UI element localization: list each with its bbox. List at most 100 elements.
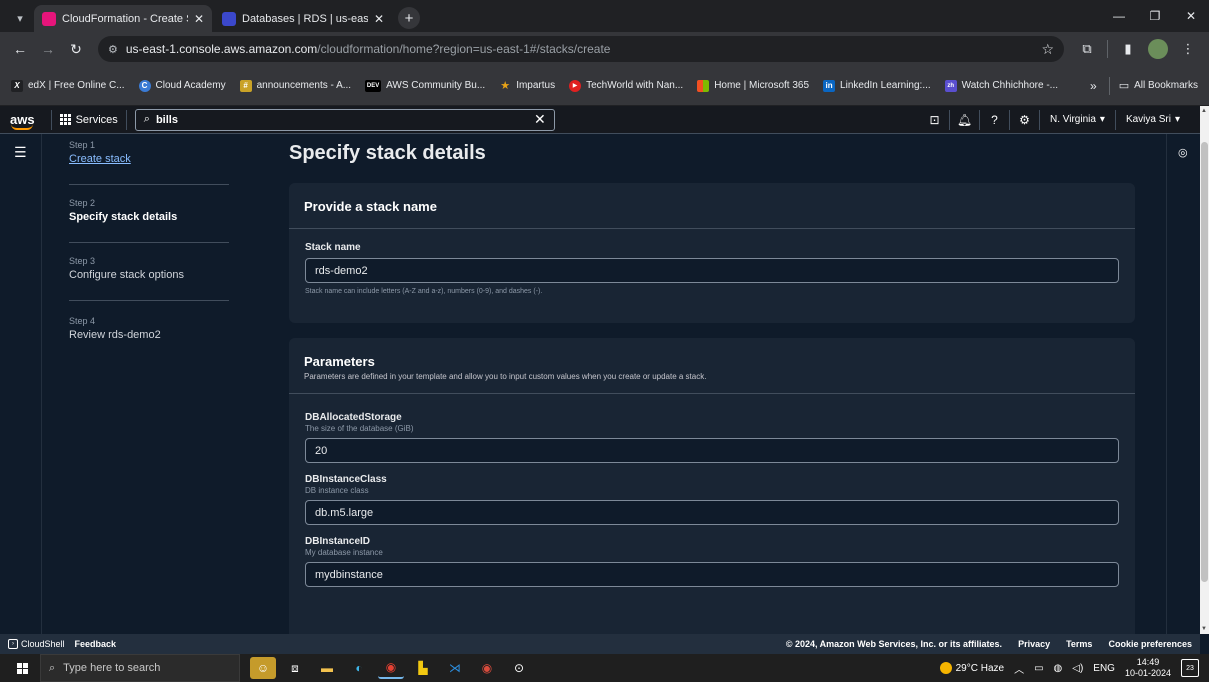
- info-panel-icon[interactable]: ◎: [1178, 146, 1188, 159]
- task-view-icon[interactable]: ⧈: [282, 657, 308, 679]
- address-bar[interactable]: ⚙ us-east-1.console.aws.amazon.com/cloud…: [98, 36, 1064, 62]
- bookmark-techworld[interactable]: ▶ TechWorld with Nan...: [564, 74, 688, 98]
- step-number: Step 1: [69, 140, 96, 150]
- step-divider: [69, 300, 229, 301]
- privacy-link[interactable]: Privacy: [1018, 639, 1050, 649]
- tray-chevron-icon[interactable]: ︿: [1014, 661, 1024, 676]
- search-icon: ⌕: [49, 661, 56, 674]
- start-button[interactable]: [4, 654, 40, 682]
- bookmark-announcements[interactable]: # announcements - A...: [235, 74, 357, 98]
- file-explorer-icon[interactable]: ▬: [314, 657, 340, 679]
- tab-title: CloudFormation - Create Stack: [62, 12, 188, 25]
- close-icon[interactable]: ✕: [194, 12, 204, 26]
- aws-logo[interactable]: aws: [10, 112, 43, 130]
- db-instance-class-input[interactable]: [305, 500, 1119, 525]
- terms-link[interactable]: Terms: [1066, 639, 1092, 649]
- bookmark-edx[interactable]: XedX | Free Online C...: [6, 74, 130, 98]
- db-instance-id-input[interactable]: [305, 562, 1119, 587]
- weather-widget[interactable]: 29°C Haze: [939, 662, 1004, 674]
- close-icon[interactable]: ✕: [374, 12, 384, 26]
- window-controls: — ❐ ✕: [1101, 0, 1209, 32]
- more-bookmarks-chevron-icon[interactable]: »: [1082, 79, 1105, 93]
- chrome-icon[interactable]: ◉: [378, 657, 404, 679]
- stack-name-input[interactable]: [305, 258, 1119, 283]
- taskbar-search[interactable]: ⌕ Type here to search: [40, 654, 240, 682]
- caret-down-icon: ▾: [1174, 114, 1180, 125]
- region-selector[interactable]: N. Virginia ▾: [1040, 109, 1116, 130]
- scrollbar-thumb[interactable]: [1201, 142, 1208, 582]
- step-name: Configure stack options: [69, 269, 184, 281]
- cookie-preferences-link[interactable]: Cookie preferences: [1108, 639, 1192, 649]
- panel-body: Stack name Stack name can include letter…: [289, 229, 1135, 305]
- step-number: Step 2: [69, 198, 96, 208]
- power-bi-icon[interactable]: ▙: [410, 657, 436, 679]
- page-scrollbar[interactable]: ▲ ▼: [1200, 106, 1209, 634]
- tab-rds[interactable]: Databases | RDS | us-east-1 ✕: [214, 5, 392, 32]
- param-db-instance-class: DBInstanceClass DB instance class: [305, 474, 1119, 525]
- notifications-bell-icon[interactable]: 🔔︎: [950, 109, 980, 130]
- param-db-instance-id: DBInstanceID My database instance: [305, 536, 1119, 587]
- bookmark-aws-community[interactable]: DEV AWS Community Bu...: [360, 74, 490, 98]
- bookmark-label: Cloud Academy: [155, 80, 226, 91]
- new-tab-plus-icon[interactable]: +: [398, 7, 420, 29]
- chrome-profile-icon[interactable]: ◉: [474, 657, 500, 679]
- minimize-icon[interactable]: —: [1101, 0, 1137, 32]
- restore-icon[interactable]: ❐: [1137, 0, 1173, 32]
- windows-taskbar: ⌕ Type here to search ☺ ⧈ ▬ ◐ ◉ ▙ ⋊ ◉ ⊙ …: [0, 654, 1209, 682]
- clock[interactable]: 14:49 10-01-2024: [1125, 657, 1171, 679]
- clear-search-icon[interactable]: ✕: [534, 111, 546, 128]
- notification-center-icon[interactable]: 23: [1181, 659, 1199, 677]
- bookmark-star-icon[interactable]: ☆: [1041, 41, 1054, 58]
- extensions-puzzle-icon[interactable]: ⧉: [1074, 36, 1100, 62]
- reload-icon[interactable]: ↻: [64, 37, 88, 61]
- scroll-down-arrow-icon[interactable]: ▼: [1201, 626, 1207, 632]
- scroll-up-arrow-icon[interactable]: ▲: [1201, 108, 1207, 114]
- db-allocated-storage-input[interactable]: [305, 438, 1119, 463]
- bookmark-chhichhore[interactable]: zh Watch Chhichhore -...: [940, 74, 1063, 98]
- edge-icon[interactable]: ◐: [346, 657, 372, 679]
- site-info-icon[interactable]: ⚙: [108, 43, 118, 56]
- battery-icon[interactable]: ▭: [1034, 663, 1043, 674]
- all-bookmarks[interactable]: ▭ All Bookmarks: [1114, 74, 1203, 98]
- volume-icon[interactable]: ◁): [1072, 663, 1083, 674]
- aws-search-box[interactable]: ⌕ ✕: [134, 108, 555, 131]
- screen: ▾ CloudFormation - Create Stack ✕ Databa…: [0, 0, 1209, 682]
- cloudshell-icon[interactable]: ⊡: [920, 109, 950, 130]
- hamburger-menu-icon[interactable]: ☰: [14, 144, 27, 161]
- bookmark-microsoft-365[interactable]: Home | Microsoft 365: [692, 74, 814, 98]
- rds-favicon-icon: [222, 11, 236, 26]
- bookmark-impartus[interactable]: ★ Impartus: [494, 74, 560, 98]
- media-player-icon[interactable]: ⊙: [506, 657, 532, 679]
- kebab-menu-icon[interactable]: ⋮: [1175, 36, 1201, 62]
- param-db-allocated-storage: DBAllocatedStorage The size of the datab…: [305, 412, 1119, 463]
- bookmark-cloud-academy[interactable]: C Cloud Academy: [134, 74, 231, 98]
- step-1[interactable]: Step 1 Create stack: [69, 140, 229, 165]
- back-arrow-icon[interactable]: ←: [8, 37, 32, 61]
- bookmark-linkedin[interactable]: in LinkedIn Learning:...: [818, 74, 936, 98]
- settings-gear-icon[interactable]: ⚙: [1010, 109, 1040, 130]
- panel-title: Provide a stack name: [304, 199, 437, 214]
- side-panel-icon[interactable]: ▮: [1115, 36, 1141, 62]
- bookmark-divider: [1108, 76, 1110, 95]
- language-indicator[interactable]: ENG: [1093, 663, 1115, 674]
- widget-character-icon[interactable]: ☺: [250, 657, 276, 679]
- forward-arrow-icon[interactable]: →: [36, 37, 60, 61]
- network-icon[interactable]: ◍: [1054, 663, 1063, 674]
- search-input[interactable]: [155, 113, 529, 126]
- tab-cloudformation[interactable]: CloudFormation - Create Stack ✕: [34, 5, 212, 32]
- edx-icon: X: [11, 79, 23, 92]
- side-nav-rail: ☰: [0, 134, 42, 634]
- services-menu-button[interactable]: Services: [50, 109, 127, 130]
- feedback-link[interactable]: Feedback: [75, 639, 117, 649]
- profile-avatar[interactable]: [1145, 36, 1171, 62]
- tab-search-chevron-icon[interactable]: ▾: [6, 4, 34, 32]
- copyright-text: © 2024, Amazon Web Services, Inc. or its…: [785, 639, 1003, 649]
- microsoft-icon: [697, 79, 710, 92]
- close-window-icon[interactable]: ✕: [1173, 0, 1209, 32]
- region-label: N. Virginia: [1049, 114, 1096, 125]
- account-menu[interactable]: Kaviya Sri ▾: [1116, 110, 1190, 130]
- vscode-icon[interactable]: ⋊: [442, 657, 468, 679]
- step-link-create-stack[interactable]: Create stack: [69, 153, 229, 165]
- help-icon[interactable]: ?: [980, 109, 1010, 130]
- cloudshell-button[interactable]: › CloudShell: [8, 639, 65, 649]
